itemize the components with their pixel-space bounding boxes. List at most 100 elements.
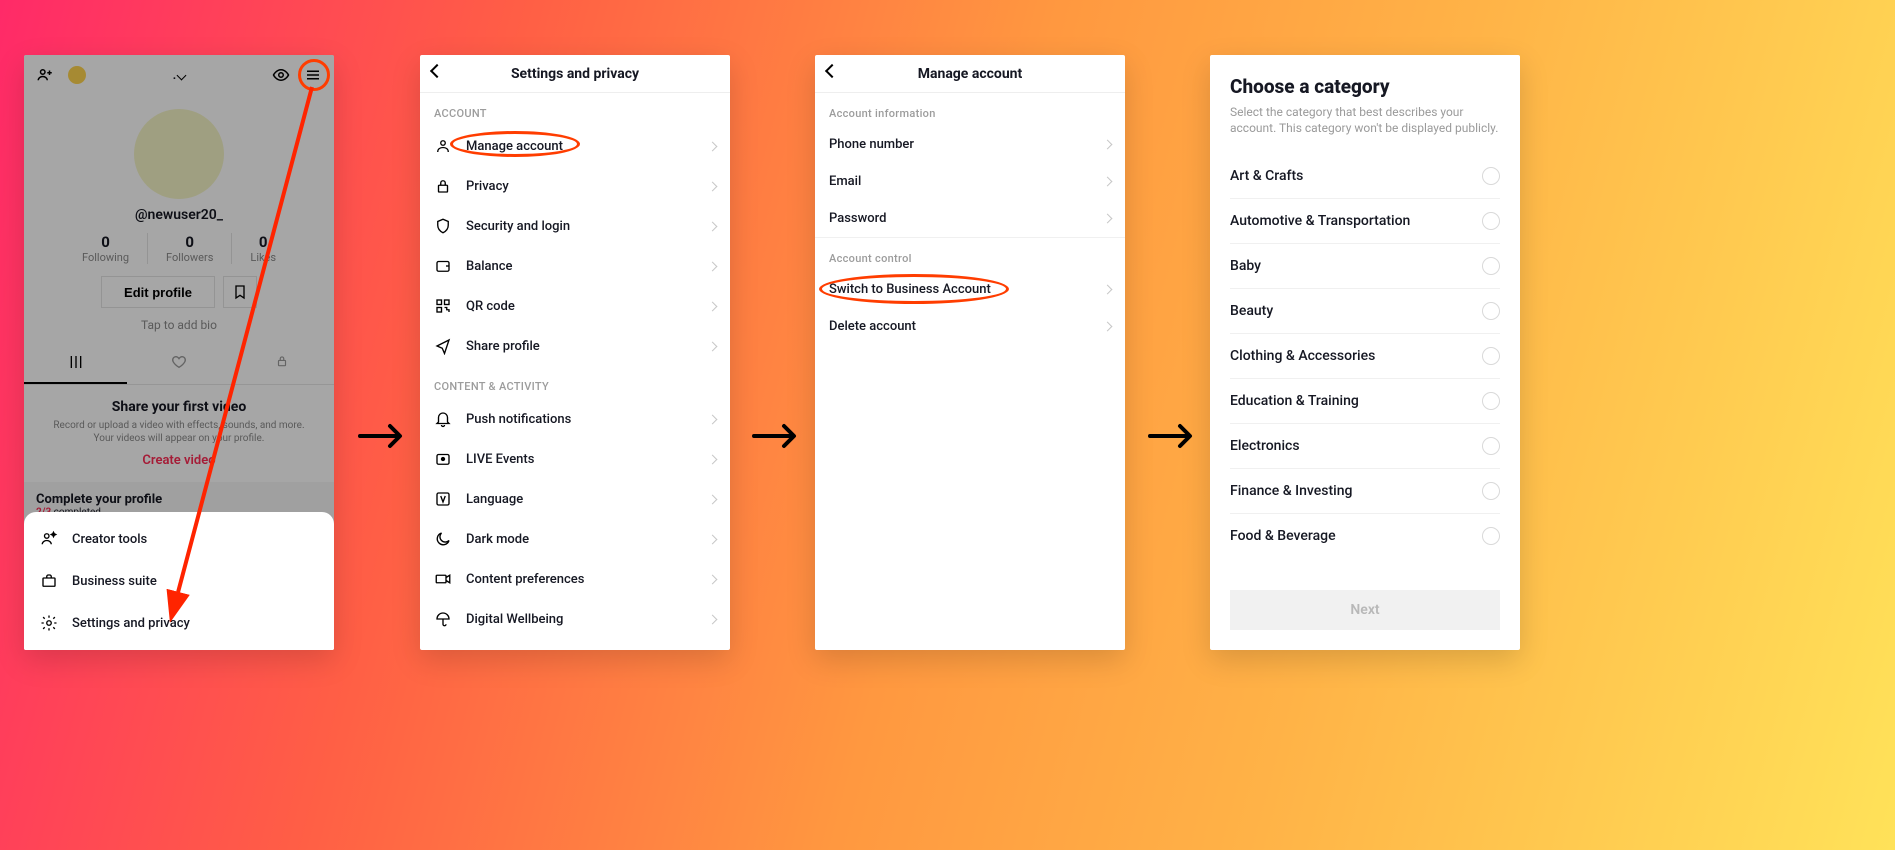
edit-profile-button[interactable]: Edit profile xyxy=(101,276,215,308)
avatar[interactable] xyxy=(134,109,224,199)
chevron-right-icon xyxy=(709,452,716,467)
category-option[interactable]: Art & Crafts xyxy=(1230,154,1500,199)
profile-topbar: . xyxy=(24,55,334,95)
eye-icon[interactable] xyxy=(272,66,290,84)
profile-tabs xyxy=(24,346,334,385)
row-live[interactable]: LIVE Events xyxy=(420,439,730,479)
category-option[interactable]: Automotive & Transportation xyxy=(1230,199,1500,244)
row-wellbeing[interactable]: Digital Wellbeing xyxy=(420,599,730,639)
chevron-right-icon xyxy=(709,259,716,274)
stat-followers[interactable]: 0 Followers xyxy=(147,233,231,264)
row-phone[interactable]: Phone number xyxy=(815,126,1125,163)
profile-stats: 0 Following 0 Followers 0 Likes xyxy=(24,233,334,264)
chevron-right-icon xyxy=(1104,319,1111,334)
row-content-pref[interactable]: Content preferences xyxy=(420,559,730,599)
page-title: Choose a category xyxy=(1230,75,1500,98)
radio-icon xyxy=(1482,212,1500,230)
category-option[interactable]: Electronics xyxy=(1230,424,1500,469)
sparkle-user-icon xyxy=(40,530,58,548)
account-switcher[interactable]: . xyxy=(173,68,186,83)
category-option[interactable]: Beauty xyxy=(1230,289,1500,334)
lock-icon xyxy=(434,177,452,195)
qr-icon xyxy=(434,297,452,315)
share-icon xyxy=(434,337,452,355)
page-title: Settings and privacy xyxy=(511,66,639,82)
shield-icon xyxy=(434,217,452,235)
hamburger-menu-icon[interactable] xyxy=(304,66,322,84)
chevron-right-icon xyxy=(709,572,716,587)
row-family[interactable]: Family Pairing xyxy=(420,639,730,650)
live-icon xyxy=(434,450,452,468)
user-icon xyxy=(434,137,452,155)
gear-icon xyxy=(40,614,58,632)
share-first-video: Share your first video Record or upload … xyxy=(24,385,334,474)
category-option[interactable]: Clothing & Accessories xyxy=(1230,334,1500,379)
section-account-info: Account information xyxy=(815,93,1125,126)
video-icon xyxy=(434,570,452,588)
row-balance[interactable]: Balance xyxy=(420,246,730,286)
bell-icon xyxy=(434,410,452,428)
stat-likes[interactable]: 0 Likes xyxy=(231,233,294,264)
section-content: CONTENT & ACTIVITY xyxy=(420,366,730,399)
category-option[interactable]: Food & Beverage xyxy=(1230,514,1500,558)
language-icon xyxy=(434,490,452,508)
category-option[interactable]: Baby xyxy=(1230,244,1500,289)
page-subtitle: Select the category that best describes … xyxy=(1230,104,1500,136)
tab-liked[interactable] xyxy=(127,346,230,384)
chevron-right-icon xyxy=(709,492,716,507)
category-option[interactable]: Finance & Investing xyxy=(1230,469,1500,514)
row-security[interactable]: Security and login xyxy=(420,206,730,246)
bookmark-button[interactable] xyxy=(223,276,257,308)
settings-privacy-screen: Settings and privacy ACCOUNT Manage acco… xyxy=(420,55,730,650)
flow-arrow-icon xyxy=(752,420,802,460)
create-video-link[interactable]: Create video xyxy=(44,453,314,468)
stat-following[interactable]: 0 Following xyxy=(64,233,147,264)
row-push[interactable]: Push notifications xyxy=(420,399,730,439)
tab-grid[interactable] xyxy=(24,346,127,384)
radio-icon xyxy=(1482,482,1500,500)
sheet-settings-privacy[interactable]: Settings and privacy xyxy=(24,602,334,644)
chevron-right-icon xyxy=(709,532,716,547)
radio-icon xyxy=(1482,527,1500,545)
row-password[interactable]: Password xyxy=(815,200,1125,237)
wallet-icon xyxy=(434,257,452,275)
header: Manage account xyxy=(815,55,1125,93)
radio-icon xyxy=(1482,347,1500,365)
category-list: Art & Crafts Automotive & Transportation… xyxy=(1210,144,1520,574)
coin-icon[interactable] xyxy=(68,66,86,84)
row-qr[interactable]: QR code xyxy=(420,286,730,326)
row-privacy[interactable]: Privacy xyxy=(420,166,730,206)
next-button[interactable]: Next xyxy=(1230,590,1500,630)
chevron-right-icon xyxy=(709,219,716,234)
chevron-right-icon xyxy=(709,412,716,427)
sheet-business-suite[interactable]: Business suite xyxy=(24,560,334,602)
tab-private[interactable] xyxy=(231,346,334,384)
flow-arrow-icon xyxy=(1148,420,1198,460)
add-user-icon[interactable] xyxy=(36,66,54,84)
moon-icon xyxy=(434,530,452,548)
row-dark[interactable]: Dark mode xyxy=(420,519,730,559)
chevron-right-icon xyxy=(709,139,716,154)
choose-category-screen: Choose a category Select the category th… xyxy=(1210,55,1520,650)
back-button[interactable] xyxy=(432,64,442,80)
umbrella-icon xyxy=(434,610,452,628)
chevron-right-icon xyxy=(1104,282,1111,297)
row-language[interactable]: Language xyxy=(420,479,730,519)
radio-icon xyxy=(1482,437,1500,455)
row-share-profile[interactable]: Share profile xyxy=(420,326,730,366)
row-email[interactable]: Email xyxy=(815,163,1125,200)
row-delete-account[interactable]: Delete account xyxy=(815,308,1125,345)
category-option[interactable]: Education & Training xyxy=(1230,379,1500,424)
sheet-creator-tools[interactable]: Creator tools xyxy=(24,518,334,560)
row-switch-business[interactable]: Switch to Business Account xyxy=(815,271,1125,308)
profile-screen: . @newuser20_ 0 Following xyxy=(24,55,334,650)
section-account: ACCOUNT xyxy=(420,93,730,126)
chevron-right-icon xyxy=(709,612,716,627)
radio-icon xyxy=(1482,302,1500,320)
row-manage-account[interactable]: Manage account xyxy=(420,126,730,166)
back-button[interactable] xyxy=(827,64,837,80)
header: Settings and privacy xyxy=(420,55,730,93)
chevron-right-icon xyxy=(1104,137,1111,152)
add-bio[interactable]: Tap to add bio xyxy=(24,318,334,332)
chevron-right-icon xyxy=(1104,174,1111,189)
